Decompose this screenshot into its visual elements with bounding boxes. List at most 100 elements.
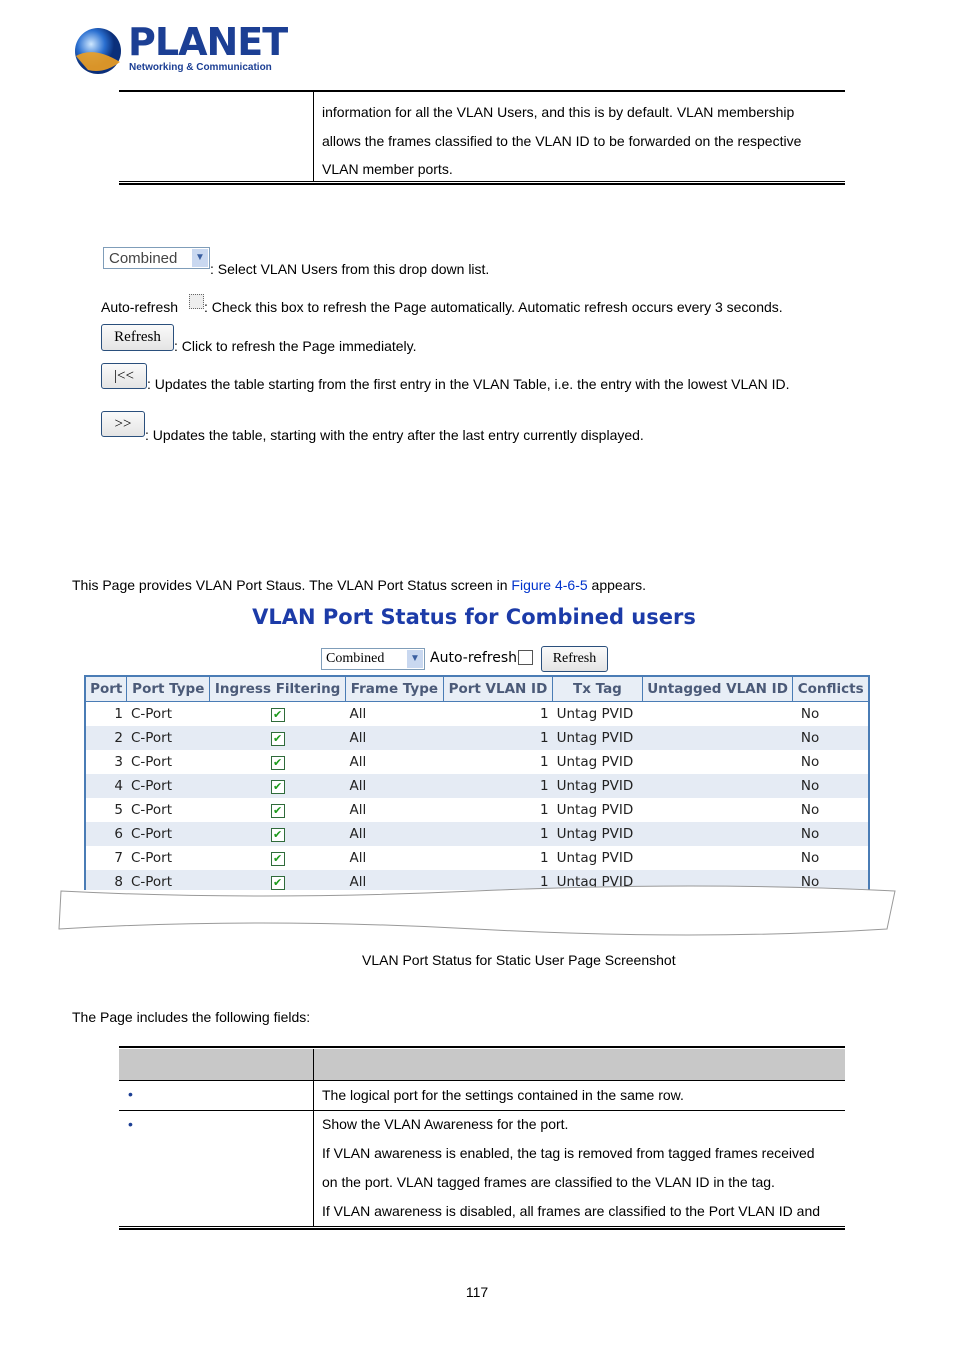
table-row: 4 C-Port ✔ All 1 Untag PVID No (85, 774, 869, 798)
table-row: 1 C-Port ✔ All 1 Untag PVID No (85, 702, 869, 727)
cell-type: C-Port (130, 706, 172, 722)
text-line: information for all the VLAN Users, and … (322, 104, 795, 120)
cell-frame: All (345, 726, 444, 750)
chevron-down-icon: ▼ (192, 249, 208, 267)
text-line: on the port. VLAN tagged frames are clas… (322, 1174, 775, 1190)
field-description: The logical port for the settings contai… (322, 1087, 684, 1103)
column-header: Port Type (126, 675, 211, 702)
cell-conflicts: No (792, 726, 869, 750)
cell-type: C-Port (126, 774, 210, 798)
table-clip: Port Port Type Ingress Filtering Frame Type… (84, 675, 870, 890)
cell-ingress: ✔ (210, 846, 346, 870)
cell-ingress: ✔ (210, 702, 346, 727)
cell-tx: Untag PVID (556, 706, 634, 722)
autorefresh-label: Auto-refresh (101, 299, 179, 315)
figure-caption: VLAN Port Status for Static User Page Sc… (362, 952, 676, 968)
cell-type: C-Port (130, 802, 172, 818)
intro-paragraph: This Page provides VLAN Port Staus. The … (72, 577, 647, 593)
page-number: 117 (465, 1284, 489, 1300)
cell-ingress: ✔ (209, 774, 346, 798)
cell-tx: Untag PVID (552, 822, 643, 846)
cell-untagged (642, 702, 793, 727)
chevron-down-icon: ▼ (407, 650, 423, 668)
cell-untagged (642, 798, 793, 822)
bullet: • (128, 1086, 133, 1102)
column-header: Port (84, 675, 128, 702)
next-page-button[interactable]: >> (101, 411, 145, 437)
ingress-checkbox[interactable]: ✔ (270, 852, 285, 866)
refresh-button[interactable]: Refresh (101, 324, 174, 351)
cell-port: 1 (114, 706, 123, 722)
ingress-checkbox[interactable]: ✔ (270, 780, 285, 794)
vlan-user-select[interactable]: Combined ▼ (103, 247, 210, 269)
text-line: Show the VLAN Awareness for the port. (322, 1116, 569, 1132)
text-line: If VLAN awareness is disabled, all frame… (322, 1203, 821, 1219)
cell-untagged (642, 774, 793, 798)
cell-pvid: 1 (443, 774, 553, 798)
screenshot-user-select[interactable]: Combined ▼ (321, 648, 425, 670)
cell-tx: Untag PVID (556, 850, 634, 866)
cell-port: 3 (114, 754, 123, 770)
torn-paper-edge (58, 885, 896, 936)
table-row: 2 C-Port ✔ All 1 Untag PVID No (85, 726, 869, 750)
ingress-checkbox[interactable]: ✔ (270, 828, 285, 842)
cell-frame: All (349, 706, 367, 722)
figure-link[interactable]: Figure 4-6-5 (511, 577, 587, 593)
refresh-description: : Click to refresh the Page immediately. (174, 338, 417, 354)
column-header: Conflicts (792, 675, 870, 702)
autorefresh-description: : Check this box to refresh the Page aut… (204, 299, 783, 315)
globe-icon (75, 28, 121, 74)
cell-ingress: ✔ (210, 750, 346, 774)
screenshot-autorefresh-label: Auto-refresh (430, 650, 518, 666)
column-header: Ingress Filtering (209, 675, 347, 702)
first-page-button[interactable]: |<< (101, 363, 147, 389)
cell-port: 5 (114, 802, 123, 818)
cell-ingress: ✔ (209, 822, 346, 846)
cell-port: 2 (85, 726, 127, 750)
column-header: Untagged VLAN ID (641, 675, 794, 702)
table-row: 6 C-Port ✔ All 1 Untag PVID No (85, 822, 869, 846)
cell-frame: All (345, 774, 444, 798)
cell-pvid: 1 (540, 802, 549, 818)
text-line: If VLAN awareness is enabled, the tag is… (322, 1145, 815, 1161)
cell-tx: Untag PVID (552, 726, 643, 750)
first-page-description: : Updates the table starting from the fi… (147, 376, 790, 392)
cell-conflicts: No (800, 706, 820, 722)
fields-intro: The Page includes the following fields: (72, 1009, 311, 1025)
autorefresh-checkbox[interactable] (189, 294, 204, 309)
cell-frame: All (349, 754, 367, 770)
table-row: 5 C-Port ✔ All 1 Untag PVID No (85, 798, 869, 822)
cell-pvid: 1 (540, 706, 549, 722)
cell-untagged (642, 750, 793, 774)
screenshot-refresh-button[interactable]: Refresh (541, 646, 608, 672)
cell-tx: Untag PVID (556, 754, 634, 770)
ingress-checkbox[interactable]: ✔ (270, 756, 285, 770)
cell-ingress: ✔ (209, 726, 346, 750)
cell-frame: All (349, 802, 367, 818)
ingress-checkbox[interactable]: ✔ (270, 804, 285, 818)
manual-page: PLANET Networking & Communication inform… (0, 0, 954, 1350)
cell-untagged (642, 846, 793, 870)
cell-ingress: ✔ (210, 798, 346, 822)
cell-pvid: 1 (540, 754, 549, 770)
cell-port: 6 (85, 822, 127, 846)
fields-table-header (119, 1049, 845, 1080)
cell-frame: All (349, 850, 367, 866)
cell-pvid: 1 (540, 850, 549, 866)
cell-tx: Untag PVID (552, 774, 643, 798)
column-header: Port VLAN ID (442, 675, 554, 702)
cell-conflicts: No (800, 850, 820, 866)
planet-logo: PLANET Networking & Communication (74, 20, 288, 78)
column-header: Tx Tag (552, 675, 643, 702)
ingress-checkbox[interactable]: ✔ (270, 732, 285, 746)
cell-conflicts: No (792, 822, 869, 846)
cell-tx: Untag PVID (556, 802, 634, 818)
text-line: VLAN member ports. (322, 161, 453, 177)
screenshot-autorefresh-checkbox[interactable] (518, 650, 533, 665)
bullet: • (128, 1116, 133, 1132)
table-row: 3 C-Port ✔ All 1 Untag PVID No (85, 750, 869, 774)
column-header: Frame Type (345, 675, 444, 702)
cell-type: C-Port (126, 726, 210, 750)
ingress-checkbox[interactable]: ✔ (270, 708, 285, 722)
select-description: : Select VLAN Users from this drop down … (210, 261, 490, 277)
